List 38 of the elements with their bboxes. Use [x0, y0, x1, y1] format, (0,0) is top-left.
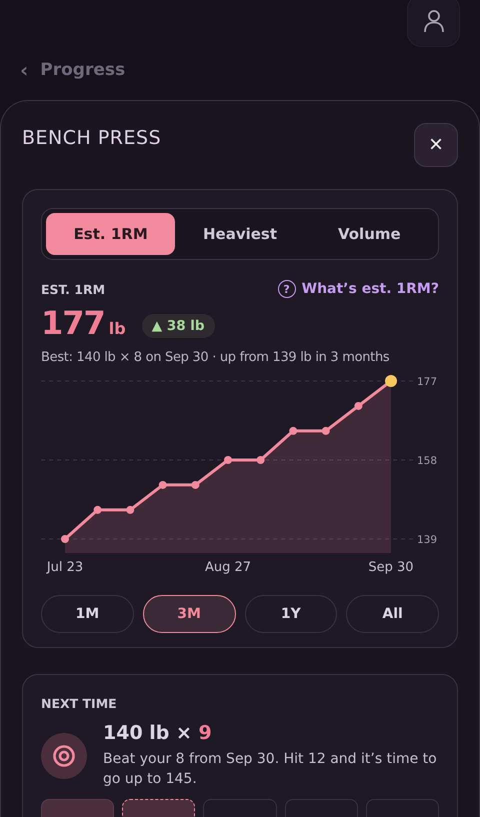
- exercise-title: BENCH PRESS: [22, 127, 162, 149]
- range-button[interactable]: 3M: [142, 595, 236, 633]
- profile-button[interactable]: [407, 0, 460, 47]
- summary-text: Best: 140 lb × 8 on Sep 30 · up from 139 lb in 3 months: [41, 350, 390, 365]
- data-point: [256, 456, 265, 464]
- goal-text: 140 lb × 9: [103, 722, 213, 744]
- metric-value: 177: [41, 304, 105, 342]
- section-label: NEXT TIME: [41, 696, 117, 711]
- data-point: [354, 402, 362, 410]
- close-button[interactable]: ×: [414, 123, 458, 167]
- data-point: [224, 456, 232, 464]
- axis-label: Sep 30: [368, 560, 414, 575]
- metric-label: EST. 1RM: [41, 282, 106, 296]
- change-badge: ▲ 38 lb: [142, 314, 215, 338]
- axis-label: Jul 23: [46, 560, 84, 575]
- data-point: [191, 480, 200, 489]
- data-point: [322, 426, 330, 435]
- range-button[interactable]: 1M: [41, 595, 134, 633]
- latest-point: [385, 375, 397, 387]
- data-point: [126, 506, 134, 514]
- range-button[interactable]: 1Y: [244, 595, 338, 633]
- range-button[interactable]: All: [346, 595, 439, 633]
- metric-tab[interactable]: Est. 1RM: [46, 213, 176, 255]
- axis-label: 139: [417, 534, 438, 546]
- axis-label: 158: [417, 455, 438, 467]
- goal-note: Beat your 8 from Sep 30. Hit 12 and it’s time to go up to 145.: [103, 750, 438, 789]
- data-point: [61, 535, 69, 543]
- metric-tab[interactable]: Volume: [304, 213, 434, 255]
- data-point: [94, 506, 102, 514]
- data-point: [158, 480, 167, 489]
- axis-label: Aug 27: [204, 560, 252, 575]
- data-point: [289, 426, 298, 435]
- help-link[interactable]: ? What’s est. 1RM?: [278, 280, 439, 298]
- metric-tab[interactable]: Heaviest: [175, 213, 305, 255]
- axis-label: 177: [417, 376, 438, 388]
- person-icon: [422, 9, 444, 33]
- unit-label: lb: [108, 319, 126, 338]
- target-icon: [41, 732, 87, 779]
